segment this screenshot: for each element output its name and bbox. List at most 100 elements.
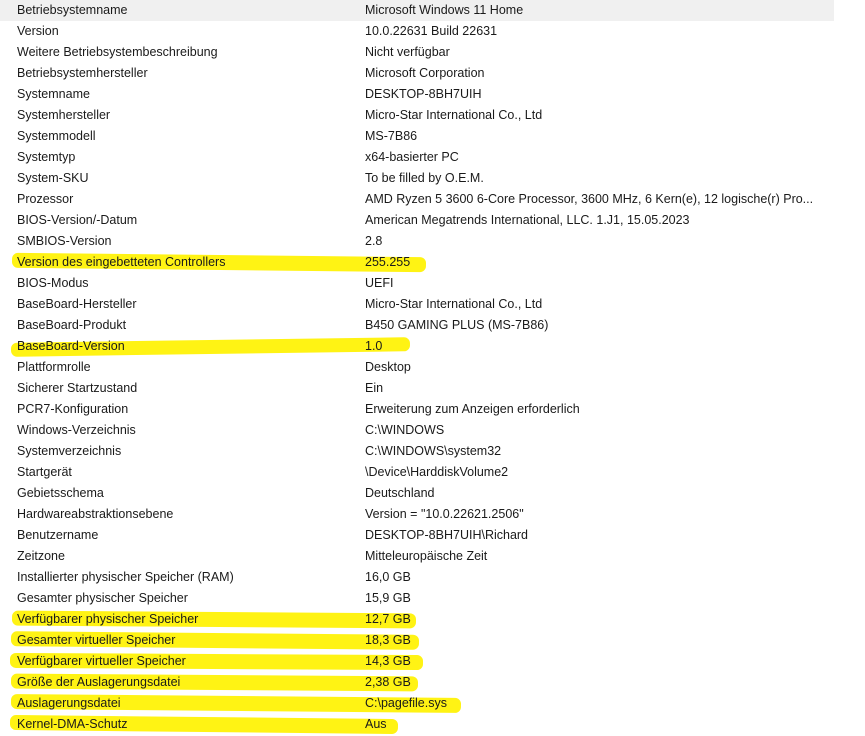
list-row[interactable]: Hardwareabstraktionsebene Version = "10.… <box>0 504 834 525</box>
list-row[interactable]: Plattformrolle Desktop <box>0 357 834 378</box>
list-row[interactable]: Gesamter physischer Speicher 15,9 GB <box>0 588 834 609</box>
row-value: 15,9 GB <box>365 591 411 605</box>
row-item-label: Systemtyp <box>17 150 76 164</box>
row-value: Deutschland <box>365 486 435 500</box>
list-row-highlighted[interactable]: Verfügbarer virtueller Speicher 14,3 GB <box>0 651 834 672</box>
list-row-highlighted[interactable]: BaseBoard-Version 1.0 <box>0 336 834 357</box>
row-item-label: Version <box>17 24 59 38</box>
list-row-highlighted[interactable]: Version des eingebetteten Controllers 25… <box>0 252 834 273</box>
row-item-label: Verfügbarer virtueller Speicher <box>17 654 186 668</box>
row-value: Erweiterung zum Anzeigen erforderlich <box>365 402 580 416</box>
row-value: Desktop <box>365 360 411 374</box>
list-row-highlighted[interactable]: Auslagerungsdatei C:\pagefile.sys <box>0 693 834 714</box>
row-item-label: BIOS-Version/-Datum <box>17 213 138 227</box>
row-value: Ein <box>365 381 384 395</box>
row-item-label: Gesamter virtueller Speicher <box>17 633 176 647</box>
row-item-label: BIOS-Modus <box>17 276 89 290</box>
row-item-label: Verfügbarer physischer Speicher <box>17 612 199 626</box>
row-value: C:\pagefile.sys <box>365 696 447 710</box>
row-item-label: Systemmodell <box>17 129 96 143</box>
row-item-label: Windows-Verzeichnis <box>17 423 136 437</box>
row-item-label: Installierter physischer Speicher (RAM) <box>17 570 234 584</box>
row-item-label: BaseBoard-Hersteller <box>17 297 137 311</box>
row-value: C:\WINDOWS\system32 <box>365 444 502 458</box>
row-value: 16,0 GB <box>365 570 411 584</box>
row-value: Aus <box>365 717 387 731</box>
list-row[interactable]: Windows-Verzeichnis C:\WINDOWS <box>0 420 834 441</box>
row-value: AMD Ryzen 5 3600 6-Core Processor, 3600 … <box>365 192 814 206</box>
list-row[interactable]: Systemname DESKTOP-8BH7UIH <box>0 84 834 105</box>
row-item-label: PCR7-Konfiguration <box>17 402 129 416</box>
list-row[interactable]: SMBIOS-Version 2.8 <box>0 231 834 252</box>
row-item-label: Plattformrolle <box>17 360 91 374</box>
row-item-label: BaseBoard-Produkt <box>17 318 127 332</box>
list-row[interactable]: Systemtyp x64-basierter PC <box>0 147 834 168</box>
list-row[interactable]: Systemmodell MS-7B86 <box>0 126 834 147</box>
list-row[interactable]: BIOS-Modus UEFI <box>0 273 834 294</box>
row-item-label: Gebietsschema <box>17 486 104 500</box>
list-row[interactable]: BaseBoard-Produkt B450 GAMING PLUS (MS-7… <box>0 315 834 336</box>
list-row[interactable]: Version 10.0.22631 Build 22631 <box>0 21 834 42</box>
list-row[interactable]: Benutzername DESKTOP-8BH7UIH\Richard <box>0 525 834 546</box>
list-row[interactable]: BaseBoard-Hersteller Micro-Star Internat… <box>0 294 834 315</box>
row-item-label: Zeitzone <box>17 549 65 563</box>
list-row-highlighted[interactable]: Kernel-DMA-Schutz Aus <box>0 714 834 735</box>
row-value: 12,7 GB <box>365 612 411 626</box>
list-row[interactable]: Gebietsschema Deutschland <box>0 483 834 504</box>
row-item-label: System-SKU <box>17 171 89 185</box>
row-value: 14,3 GB <box>365 654 411 668</box>
row-item-label: Größe der Auslagerungsdatei <box>17 675 181 689</box>
list-row[interactable]: BIOS-Version/-Datum American Megatrends … <box>0 210 834 231</box>
list-row[interactable]: Prozessor AMD Ryzen 5 3600 6-Core Proces… <box>0 189 834 210</box>
row-item-label: SMBIOS-Version <box>17 234 112 248</box>
row-item-label: Betriebsystemname <box>17 3 128 17</box>
list-row-highlighted[interactable]: Gesamter virtueller Speicher 18,3 GB <box>0 630 834 651</box>
row-value: To be filled by O.E.M. <box>365 171 484 185</box>
row-value: Nicht verfügbar <box>365 45 450 59</box>
row-value: DESKTOP-8BH7UIH\Richard <box>365 528 529 542</box>
list-row-highlighted[interactable]: Verfügbarer physischer Speicher 12,7 GB <box>0 609 834 630</box>
row-value: DESKTOP-8BH7UIH <box>365 87 482 101</box>
list-row[interactable]: Betriebsystemhersteller Microsoft Corpor… <box>0 63 834 84</box>
row-item-label: Hardwareabstraktionsebene <box>17 507 174 521</box>
list-row[interactable]: System-SKU To be filled by O.E.M. <box>0 168 834 189</box>
row-value: 18,3 GB <box>365 633 411 647</box>
row-value: 255.255 <box>365 255 411 269</box>
row-value: C:\WINDOWS <box>365 423 445 437</box>
row-item-label: Prozessor <box>17 192 74 206</box>
row-value: \Device\HarddiskVolume2 <box>365 465 509 479</box>
list-row[interactable]: Startgerät \Device\HarddiskVolume2 <box>0 462 834 483</box>
row-item-label: Systemname <box>17 87 90 101</box>
list-row[interactable]: Zeitzone Mitteleuropäische Zeit <box>0 546 834 567</box>
row-value: B450 GAMING PLUS (MS-7B86) <box>365 318 549 332</box>
row-value: 2,38 GB <box>365 675 411 689</box>
list-row-betriebsystemname[interactable]: Betriebsystemname Microsoft Windows 11 H… <box>0 0 834 21</box>
row-value: 1.0 <box>365 339 383 353</box>
row-value: UEFI <box>365 276 394 290</box>
list-row[interactable]: Weitere Betriebsystembeschreibung Nicht … <box>0 42 834 63</box>
row-value: American Megatrends International, LLC. … <box>365 213 690 227</box>
row-item-label: Auslagerungsdatei <box>17 696 121 710</box>
list-row[interactable]: Systemhersteller Micro-Star Internationa… <box>0 105 834 126</box>
row-item-label: Sicherer Startzustand <box>17 381 138 395</box>
row-item-label: Systemverzeichnis <box>17 444 122 458</box>
row-value: Micro-Star International Co., Ltd <box>365 297 543 311</box>
list-row[interactable]: PCR7-Konfiguration Erweiterung zum Anzei… <box>0 399 834 420</box>
list-row[interactable]: Systemverzeichnis C:\WINDOWS\system32 <box>0 441 834 462</box>
list-row[interactable]: Installierter physischer Speicher (RAM) … <box>0 567 834 588</box>
row-item-label: Systemhersteller <box>17 108 111 122</box>
row-item-label: Weitere Betriebsystembeschreibung <box>17 45 218 59</box>
row-value: Microsoft Windows 11 Home <box>365 3 524 17</box>
row-value: 2.8 <box>365 234 383 248</box>
row-item-label: BaseBoard-Version <box>17 339 125 353</box>
row-item-label: Version des eingebetteten Controllers <box>17 255 226 269</box>
list-row[interactable]: Sicherer Startzustand Ein <box>0 378 834 399</box>
row-value: Microsoft Corporation <box>365 66 485 80</box>
list-row-highlighted[interactable]: Größe der Auslagerungsdatei 2,38 GB <box>0 672 834 693</box>
row-value: MS-7B86 <box>365 129 418 143</box>
row-value: 10.0.22631 Build 22631 <box>365 24 498 38</box>
row-item-label: Benutzername <box>17 528 99 542</box>
row-item-label: Betriebsystemhersteller <box>17 66 148 80</box>
row-value: x64-basierter PC <box>365 150 459 164</box>
row-value: Mitteleuropäische Zeit <box>365 549 488 563</box>
